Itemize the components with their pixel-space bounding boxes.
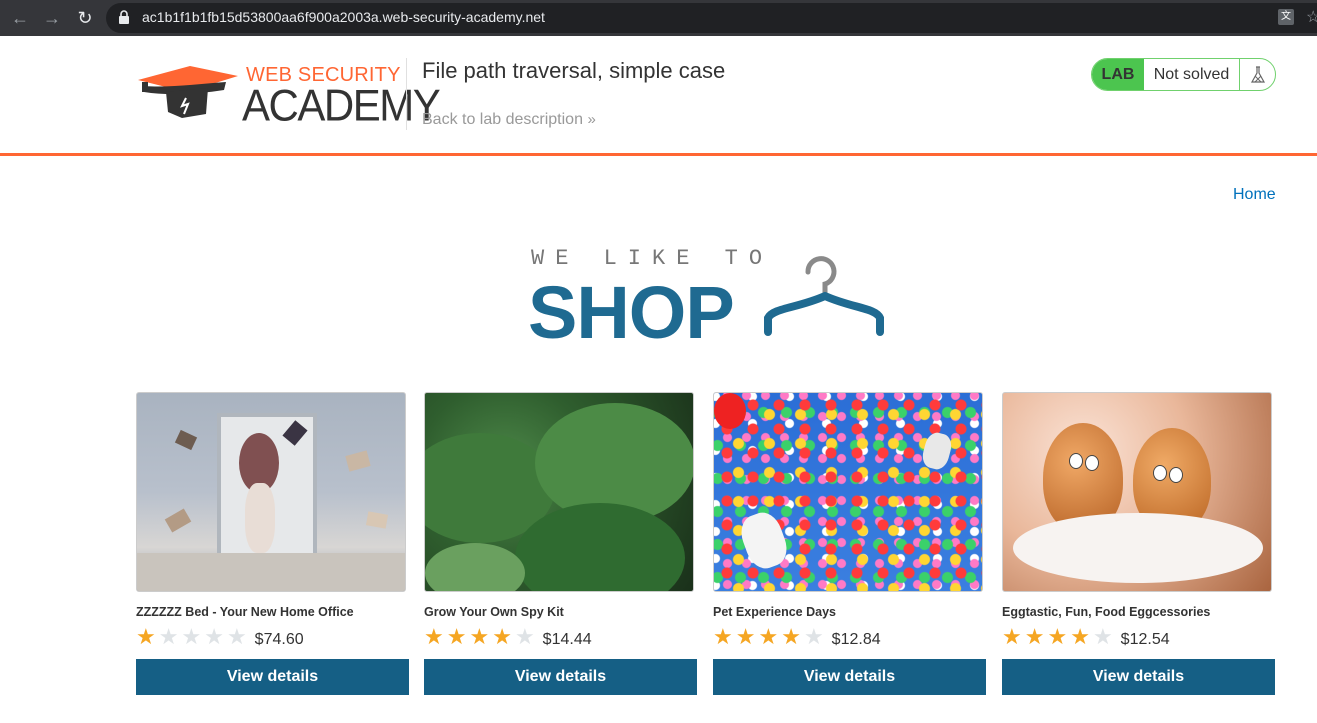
star-empty-icon: ★: [1092, 624, 1113, 649]
view-details-button[interactable]: View details: [136, 659, 409, 695]
banner-tagline: WE LIKE TO: [531, 246, 774, 271]
star-filled-icon: ★: [1070, 624, 1090, 649]
back-to-lab-description-link[interactable]: Back to lab description »: [422, 111, 596, 129]
back-arrow-icon[interactable]: ←: [10, 8, 30, 28]
star-filled-icon: ★: [1047, 624, 1068, 649]
view-details-button[interactable]: View details: [1002, 659, 1275, 695]
product-card: Pet Experience Days ★ ★ ★ ★ ★ $12.84 View de…: [713, 392, 987, 695]
lab-title: File path traversal, simple case: [422, 58, 726, 83]
product-price: $14.44: [542, 631, 592, 648]
product-title: ZZZZZZ Bed - Your New Home Office: [136, 605, 354, 619]
back-link-label: Back to lab description: [422, 111, 583, 128]
star-rating: ★ ★ ★ ★ ★: [136, 626, 250, 648]
product-card: Eggtastic, Fun, Food Eggcessories ★ ★ ★ ★ ★ …: [1002, 392, 1276, 695]
lock-icon: [119, 10, 129, 24]
view-details-button[interactable]: View details: [424, 659, 697, 695]
star-filled-icon: ★: [136, 624, 156, 649]
star-empty-icon: ★: [158, 624, 179, 649]
star-empty-icon: ★: [514, 624, 535, 649]
lab-status-widget: LAB Not solved: [1091, 58, 1276, 91]
product-price: $74.60: [254, 631, 304, 648]
product-rating-row: ★ ★ ★ ★ ★ $74.60: [136, 625, 410, 649]
product-rating-row: ★ ★ ★ ★ ★ $12.84: [713, 625, 987, 649]
star-rating: ★ ★ ★ ★ ★: [1002, 626, 1116, 648]
bookmark-star-icon[interactable]: ☆: [1306, 7, 1317, 27]
star-filled-icon: ★: [758, 624, 779, 649]
product-title: Eggtastic, Fun, Food Eggcessories: [1002, 605, 1211, 619]
product-card: Grow Your Own Spy Kit ★ ★ ★ ★ ★ $14.44 View …: [424, 392, 698, 695]
star-empty-icon: ★: [181, 624, 202, 649]
star-filled-icon: ★: [424, 624, 444, 649]
product-rating-row: ★ ★ ★ ★ ★ $14.44: [424, 625, 698, 649]
product-title: Pet Experience Days: [713, 605, 836, 619]
star-filled-icon: ★: [1002, 624, 1022, 649]
lab-header: WEB SECURITY ACADEMY File path traversal…: [0, 36, 1317, 156]
product-image[interactable]: [713, 392, 983, 592]
star-empty-icon: ★: [204, 624, 224, 649]
double-chevron-right-icon: »: [587, 111, 596, 128]
product-title: Grow Your Own Spy Kit: [424, 605, 564, 619]
home-link[interactable]: Home: [1233, 186, 1276, 204]
star-filled-icon: ★: [781, 624, 801, 649]
product-rating-row: ★ ★ ★ ★ ★ $12.54: [1002, 625, 1276, 649]
hanger-icon: [764, 256, 884, 336]
product-price: $12.54: [1120, 631, 1170, 648]
product-image[interactable]: [1002, 392, 1272, 592]
star-filled-icon: ★: [492, 624, 512, 649]
translate-icon[interactable]: 文: [1278, 9, 1294, 25]
star-filled-icon: ★: [469, 624, 490, 649]
star-empty-icon: ★: [803, 624, 824, 649]
reload-icon[interactable]: ↻: [75, 8, 95, 28]
product-price: $12.84: [831, 631, 881, 648]
star-filled-icon: ★: [446, 624, 467, 649]
url-text[interactable]: ac1b1f1b1fb15d53800aa6f900a2003a.web-sec…: [142, 9, 545, 25]
star-filled-icon: ★: [713, 624, 733, 649]
product-image[interactable]: [424, 392, 694, 592]
product-card: ZZZZZZ Bed - Your New Home Office ★ ★ ★ ★ ★ …: [136, 392, 410, 695]
star-empty-icon: ★: [226, 624, 247, 649]
forward-arrow-icon[interactable]: →: [42, 8, 62, 28]
lab-status-text: Not solved: [1153, 65, 1230, 83]
browser-toolbar: ← → ↻ ac1b1f1b1fb15d53800aa6f900a2003a.w…: [0, 0, 1317, 36]
star-rating: ★ ★ ★ ★ ★: [424, 626, 538, 648]
banner-shop-text: SHOP: [528, 271, 735, 354]
product-image[interactable]: [136, 392, 406, 592]
view-details-button[interactable]: View details: [713, 659, 986, 695]
lab-badge: LAB: [1092, 59, 1144, 90]
star-filled-icon: ★: [735, 624, 756, 649]
star-filled-icon: ★: [1024, 624, 1045, 649]
flask-icon: [1239, 59, 1275, 90]
graduation-cap-icon: [138, 66, 238, 118]
star-rating: ★ ★ ★ ★ ★: [713, 626, 827, 648]
logo-text-academy: ACADEMY: [242, 80, 441, 131]
web-security-academy-logo[interactable]: WEB SECURITY ACADEMY: [138, 62, 441, 130]
header-divider: [406, 58, 407, 130]
